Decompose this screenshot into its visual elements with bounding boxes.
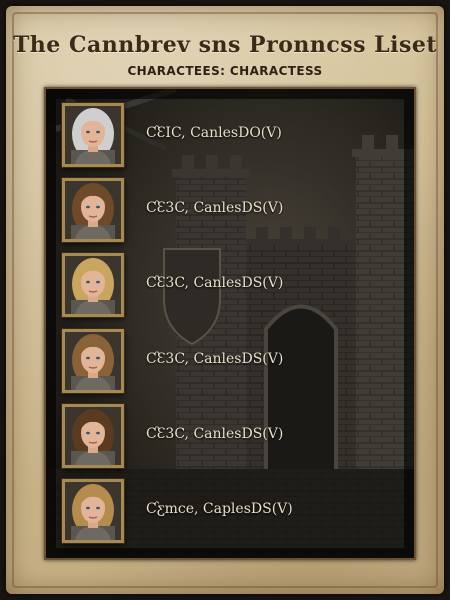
character-row-2[interactable]: ƇƐ3C, CanlesDS(V)	[46, 172, 414, 242]
portrait-image	[65, 256, 121, 314]
character-portrait[interactable]	[62, 103, 124, 167]
character-portrait[interactable]	[62, 479, 124, 543]
character-name: Ƈƹmce, CaplesDS(V)	[146, 501, 293, 517]
portrait-image	[65, 332, 121, 390]
character-portrait[interactable]	[62, 253, 124, 317]
character-row-6[interactable]: Ƈƹmce, CaplesDS(V)	[46, 473, 414, 543]
portrait-image	[65, 482, 121, 540]
page-subtitle: CHARACTEES: CHARACTESS	[127, 64, 323, 78]
character-row-1[interactable]: ƇƐIC, CanlesDO(V)	[46, 97, 414, 167]
character-name: ƇƐ3C, CanlesDS(V)	[146, 275, 284, 291]
page-title: The Cannbrev sns Pronncss Liset	[12, 32, 438, 58]
portrait-image	[65, 407, 121, 465]
character-name: ƇƐIC, CanlesDO(V)	[146, 125, 282, 141]
character-name: ƇƐ3C, CanlesDS(V)	[146, 200, 284, 216]
character-portrait[interactable]	[62, 329, 124, 393]
character-name: ƇƐ3C, CanlesDS(V)	[146, 351, 284, 367]
character-portrait[interactable]	[62, 404, 124, 468]
character-row-4[interactable]: ƇƐ3C, CanlesDS(V)	[46, 323, 414, 393]
portrait-image	[65, 181, 121, 239]
character-row-3[interactable]: ƇƐ3C, CanlesDS(V)	[46, 247, 414, 317]
character-row-5[interactable]: ƇƐ3C, CanlesDS(V)	[46, 398, 414, 468]
character-list-panel: ƇƐIC, CanlesDO(V) ƇƐ3C, CanlesDS(V) ƇƐ3C…	[44, 87, 416, 560]
character-list: ƇƐIC, CanlesDO(V) ƇƐ3C, CanlesDS(V) ƇƐ3C…	[46, 89, 414, 558]
character-portrait[interactable]	[62, 178, 124, 242]
character-name: ƇƐ3C, CanlesDS(V)	[146, 426, 284, 442]
portrait-image	[65, 106, 121, 164]
